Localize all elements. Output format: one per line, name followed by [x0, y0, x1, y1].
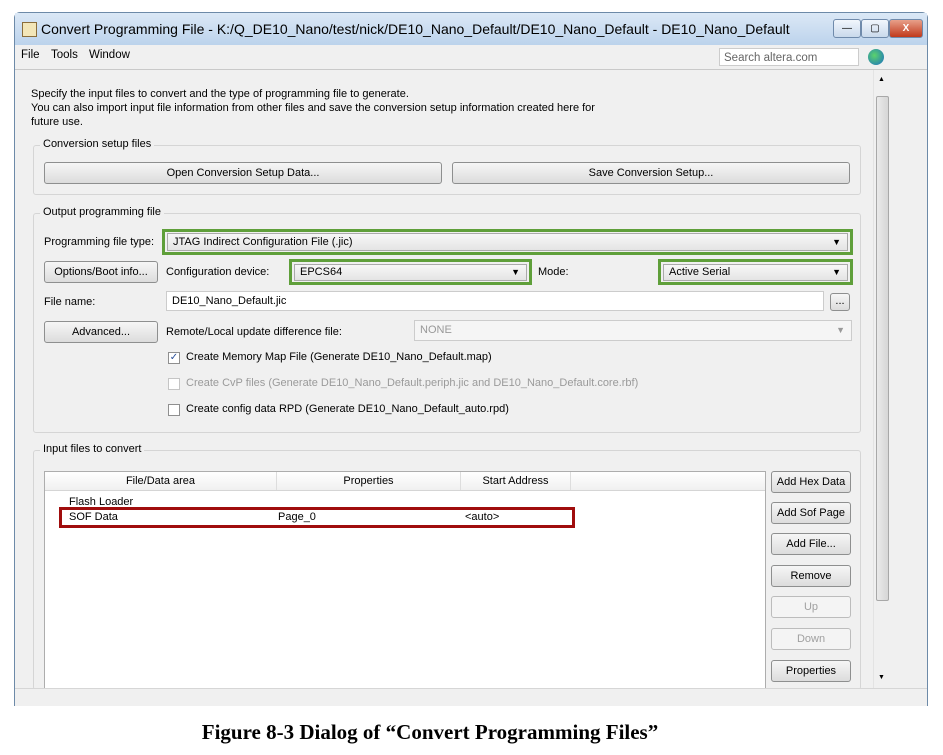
file-name-input[interactable]: DE10_Nano_Default.jic: [166, 291, 824, 311]
input-files-group: Input files to convert File/Data area Pr…: [33, 443, 861, 693]
down-button[interactable]: Down: [771, 628, 851, 650]
figure-caption: Figure 8-3 Dialog of “Convert Programmin…: [201, 720, 659, 744]
column-header[interactable]: Properties: [277, 472, 461, 490]
dropdown-arrow-icon: ▼: [836, 325, 845, 335]
intro-line: Specify the input files to convert and t…: [31, 88, 409, 100]
convert-programming-file-window: Convert Programming File - K:/Q_DE10_Nan…: [14, 12, 928, 706]
minimize-button[interactable]: —: [833, 19, 861, 38]
group-label: Output programming file: [40, 206, 164, 218]
highlight-box: Active Serial ▼: [658, 259, 853, 285]
file-name-label: File name:: [44, 296, 96, 308]
intro-line: future use.: [31, 116, 83, 128]
dialog-content: Specify the input files to convert and t…: [15, 70, 927, 693]
memory-map-checkbox[interactable]: ✓: [168, 352, 180, 364]
add-hex-data-button[interactable]: Add Hex Data: [771, 471, 851, 493]
window-title: Convert Programming File - K:/Q_DE10_Nan…: [41, 21, 790, 37]
up-button[interactable]: Up: [771, 596, 851, 618]
status-bar: [15, 688, 927, 706]
select-value: NONE: [420, 324, 452, 336]
configuration-device-select[interactable]: EPCS64 ▼: [294, 264, 527, 281]
input-files-table: File/Data area Properties Start Address …: [44, 471, 766, 693]
dropdown-arrow-icon: ▼: [832, 267, 841, 277]
row-name: SOF Data: [69, 511, 118, 523]
table-header: File/Data area Properties Start Address: [45, 472, 765, 491]
scroll-down-icon[interactable]: ▼: [878, 674, 885, 681]
intro-line: You can also import input file informati…: [31, 102, 595, 114]
row-properties: Page_0: [278, 511, 316, 523]
title-bar: Convert Programming File - K:/Q_DE10_Nan…: [15, 13, 927, 45]
highlight-box: EPCS64 ▼: [289, 259, 532, 285]
menu-tools[interactable]: Tools: [51, 49, 78, 61]
group-label: Input files to convert: [40, 443, 145, 455]
options-boot-info-button[interactable]: Options/Boot info...: [44, 261, 158, 283]
browse-button[interactable]: ...: [830, 293, 850, 311]
menu-bar: File Tools Window Search altera.com: [15, 45, 927, 70]
maximize-button[interactable]: ▢: [861, 19, 889, 38]
conversion-setup-group: Conversion setup files Open Conversion S…: [33, 138, 861, 195]
select-value: Active Serial: [669, 266, 731, 278]
search-input[interactable]: Search altera.com: [719, 48, 859, 66]
row-start-address: <auto>: [465, 511, 500, 523]
select-value: EPCS64: [300, 266, 343, 278]
properties-button[interactable]: Properties: [771, 660, 851, 682]
configuration-device-label: Configuration device:: [166, 266, 270, 278]
column-header[interactable]: File/Data area: [45, 472, 277, 490]
config-rpd-label: Create config data RPD (Generate DE10_Na…: [186, 403, 509, 415]
cvp-files-checkbox[interactable]: [168, 378, 180, 390]
programming-file-type-select[interactable]: JTAG Indirect Configuration File (.jic) ▼: [167, 233, 848, 251]
mode-label: Mode:: [538, 266, 569, 278]
dropdown-arrow-icon: ▼: [832, 237, 841, 247]
add-file-button[interactable]: Add File...: [771, 533, 851, 555]
memory-map-label: Create Memory Map File (Generate DE10_Na…: [186, 351, 492, 363]
add-sof-page-button[interactable]: Add Sof Page: [771, 502, 851, 524]
close-button[interactable]: X: [889, 19, 923, 38]
config-rpd-checkbox[interactable]: [168, 404, 180, 416]
mode-select[interactable]: Active Serial ▼: [663, 264, 848, 281]
advanced-button[interactable]: Advanced...: [44, 321, 158, 343]
dropdown-arrow-icon: ▼: [511, 267, 520, 277]
scrollbar-thumb[interactable]: [876, 96, 889, 601]
scroll-up-icon[interactable]: ▲: [878, 76, 885, 83]
programming-file-type-label: Programming file type:: [44, 236, 155, 248]
app-icon: [22, 22, 37, 37]
vertical-scrollbar[interactable]: ▲ ▼: [873, 70, 891, 688]
remote-update-label: Remote/Local update difference file:: [166, 326, 342, 338]
highlight-box: JTAG Indirect Configuration File (.jic) ▼: [162, 229, 853, 255]
group-label: Conversion setup files: [40, 138, 155, 150]
output-programming-file-group: Output programming file Programming file…: [33, 206, 861, 433]
remove-button[interactable]: Remove: [771, 565, 851, 587]
column-header[interactable]: Start Address: [461, 472, 571, 490]
menu-window[interactable]: Window: [89, 49, 130, 61]
cvp-files-label: Create CvP files (Generate DE10_Nano_Def…: [186, 377, 639, 389]
open-conversion-setup-button[interactable]: Open Conversion Setup Data...: [44, 162, 442, 184]
save-conversion-setup-button[interactable]: Save Conversion Setup...: [452, 162, 850, 184]
menu-file[interactable]: File: [21, 49, 40, 61]
select-value: JTAG Indirect Configuration File (.jic): [173, 236, 353, 248]
globe-icon[interactable]: [868, 49, 884, 65]
table-row-sof-data[interactable]: SOF Data Page_0 <auto>: [69, 511, 569, 525]
remote-update-select[interactable]: NONE ▼: [414, 320, 852, 341]
